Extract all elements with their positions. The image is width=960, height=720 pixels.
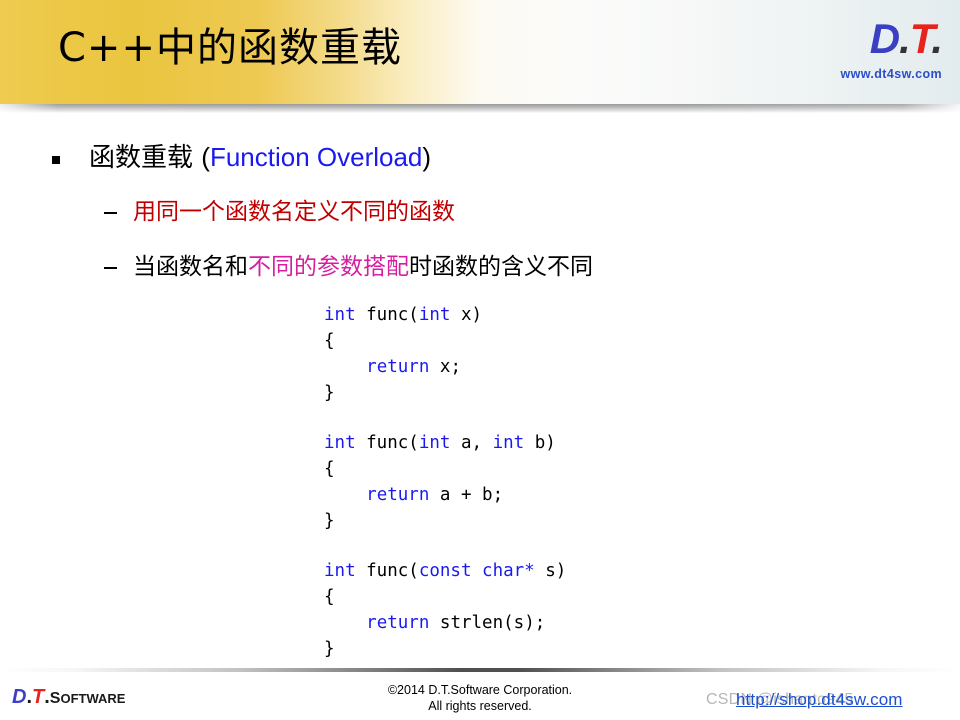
code-text: { [324,331,335,351]
logo-letter-t: T [909,15,933,62]
code-text: func( [355,561,419,581]
dash-bullet-icon [104,212,117,214]
code-text: a, [450,433,493,453]
code-block-gap [324,534,566,558]
code-text: a + b; [429,485,504,505]
code-line: return strlen(s); [324,610,566,636]
code-text: s) [534,561,567,581]
code-line: { [324,456,566,482]
square-bullet-icon [52,156,60,164]
code-line: } [324,636,566,662]
logo-dot-2: . [931,15,943,62]
code-keyword: int [324,561,356,581]
code-text: x) [450,305,483,325]
code-text: x; [429,357,461,377]
header-shadow-fade [0,104,960,113]
code-keyword: return [366,357,430,377]
bullet-item-level2-2-label: 当函数名和不同的参数搭配时函数的含义不同 [133,252,593,282]
code-line: int func(int a, int b) [324,430,566,456]
bullet-item-level2-2: 当函数名和不同的参数搭配时函数的含义不同 [104,252,593,282]
code-block-gap [324,406,566,430]
code-sample: int func(int x){ return x;} int func(int … [324,302,566,662]
slide-content: 函数重载 (Function Overload) 用同一个函数名定义不同的函数 … [0,113,960,668]
code-text: } [324,511,335,531]
code-line: int func(const char* s) [324,558,566,584]
code-line: return a + b; [324,482,566,508]
paren-close: ) [422,142,432,172]
code-keyword: int [324,305,356,325]
page-title: C++中的函数重载 [58,25,402,71]
code-text: } [324,383,335,403]
brand-logo: D.T. www.dt4sw.com [802,16,942,82]
paren-open: ( [201,142,210,172]
bullet-item-level1-label: 函数重载 (Function Overload) [89,140,431,175]
code-text: func( [355,305,419,325]
code-line: { [324,584,566,610]
code-keyword: int [492,433,525,453]
code-line: { [324,328,566,354]
code-text: strlen(s); [429,613,546,633]
dash-bullet-icon [104,267,117,269]
code-keyword: int [324,433,356,453]
code-keyword: int [418,305,451,325]
bullet-item-level1: 函数重载 (Function Overload) [52,140,431,175]
segment-suffix: 时函数的含义不同 [409,254,593,280]
shop-link-watermark[interactable]: http://shop.dt4sw.com [736,689,903,711]
bullet-text-cn: 函数重载 [89,143,202,173]
code-keyword: int [418,433,451,453]
brand-logo-mark: D.T. [802,15,943,62]
code-text: } [324,639,335,659]
bullet-text-en: Function Overload [209,142,423,172]
logo-dot-1: . [899,15,911,62]
code-text: { [324,459,335,479]
code-text: func( [355,433,419,453]
logo-letter-d: D [869,15,900,62]
code-line: } [324,508,566,534]
code-keyword: return [366,613,430,633]
code-text: { [324,587,335,607]
brand-website-url: www.dt4sw.com [840,67,942,81]
code-line: } [324,380,566,406]
code-line: int func(int x) [324,302,566,328]
code-keyword: return [366,485,430,505]
bullet-item-level2-1-label: 用同一个函数名定义不同的函数 [133,199,455,225]
segment-prefix: 当函数名和 [133,254,248,280]
code-line: return x; [324,354,566,380]
segment-highlight: 不同的参数搭配 [248,254,409,280]
bullet-item-level2-1: 用同一个函数名定义不同的函数 [104,197,455,227]
code-text: b) [524,433,556,453]
code-keyword: const char* [418,561,535,581]
